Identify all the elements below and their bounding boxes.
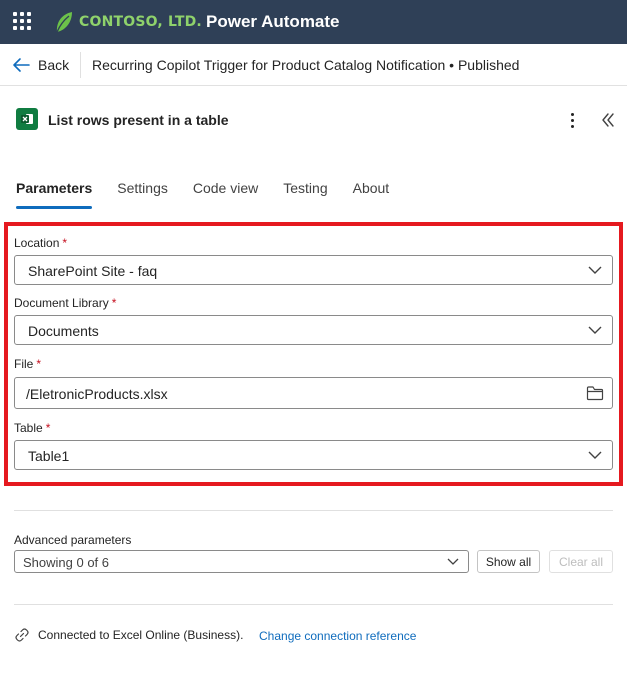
required-marker: * — [45, 421, 51, 435]
header-divider — [80, 52, 81, 78]
clear-all-button[interactable]: Clear all — [549, 550, 613, 573]
chevron-down-icon — [588, 326, 602, 334]
app-name: Power Automate — [206, 12, 340, 31]
link-icon — [15, 628, 29, 642]
chevron-down-icon — [447, 558, 459, 565]
advanced-parameters-dropdown[interactable]: Showing 0 of 6 — [14, 550, 469, 573]
required-marker: * — [62, 236, 68, 250]
section-divider — [14, 510, 613, 511]
connection-status: Connected to Excel Online (Business). — [38, 628, 244, 642]
tab-code-view[interactable]: Code view — [193, 178, 258, 210]
excel-x-icon — [21, 114, 33, 124]
company-name: CONTOSO, LTD. — [79, 14, 202, 30]
action-title: List rows present in a table — [48, 112, 229, 128]
document-library-label: Document Library * — [14, 296, 116, 310]
back-button[interactable]: Back — [12, 54, 69, 76]
tab-parameters[interactable]: Parameters — [16, 178, 93, 210]
tab-about[interactable]: About — [353, 178, 390, 210]
section-divider — [14, 604, 613, 605]
tab-testing[interactable]: Testing — [283, 178, 327, 210]
location-dropdown[interactable]: SharePoint Site - faq — [14, 255, 613, 285]
table-dropdown[interactable]: Table1 — [14, 440, 613, 470]
chevron-down-icon — [588, 266, 602, 274]
flow-header: Back Recurring Copilot Trigger for Produ… — [0, 44, 627, 86]
file-label: File * — [14, 357, 41, 371]
company-logo: CONTOSO, LTD. — [54, 9, 202, 35]
required-marker: * — [111, 296, 117, 310]
table-label: Table * — [14, 421, 50, 435]
document-library-dropdown[interactable]: Documents — [14, 315, 613, 345]
advanced-parameters-label: Advanced parameters — [14, 533, 132, 547]
flow-title: Recurring Copilot Trigger for Product Ca… — [92, 57, 520, 73]
file-value: /EletronicProducts.xlsx — [26, 386, 168, 402]
tab-settings[interactable]: Settings — [117, 178, 168, 210]
location-label-text: Location — [14, 236, 60, 250]
document-library-label-text: Document Library — [14, 296, 109, 310]
table-label-text: Table — [14, 421, 43, 435]
leaf-logo-icon — [56, 12, 72, 33]
folder-icon[interactable] — [586, 385, 604, 401]
excel-icon — [16, 108, 38, 130]
file-input[interactable]: /EletronicProducts.xlsx — [14, 377, 613, 409]
table-value: Table1 — [28, 448, 70, 464]
more-options-icon[interactable] — [563, 110, 581, 130]
required-marker: * — [36, 357, 42, 371]
chevron-down-icon — [588, 451, 602, 459]
file-label-text: File — [14, 357, 34, 371]
document-library-value: Documents — [28, 323, 99, 339]
location-value: SharePoint Site - faq — [28, 263, 158, 279]
location-label: Location * — [14, 236, 67, 250]
app-launcher-icon[interactable] — [13, 12, 31, 30]
back-label: Back — [38, 57, 70, 73]
app-header: CONTOSO, LTD. Power Automate — [0, 0, 627, 44]
advanced-parameters-value: Showing 0 of 6 — [23, 555, 110, 570]
show-all-button[interactable]: Show all — [477, 550, 540, 573]
change-connection-link[interactable]: Change connection reference — [259, 629, 416, 643]
collapse-panel-icon[interactable] — [598, 110, 618, 130]
arrow-left-icon — [13, 58, 30, 72]
tab-list: Parameters Settings Code view Testing Ab… — [16, 178, 414, 210]
